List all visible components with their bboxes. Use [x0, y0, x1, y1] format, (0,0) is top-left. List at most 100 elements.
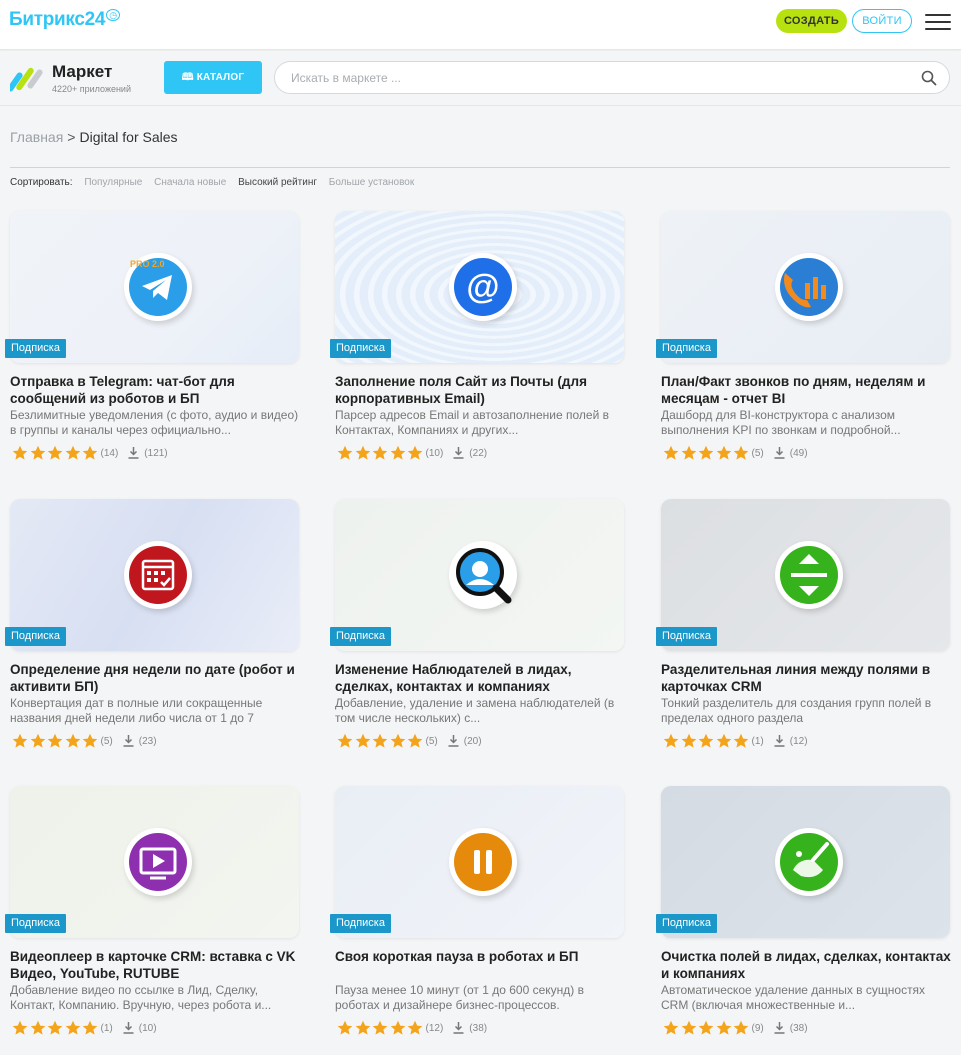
- app-card[interactable]: Подписка Разделительная линия между поля…: [656, 499, 953, 759]
- app-description: Автоматическое удаление данных в сущност…: [661, 983, 926, 1012]
- subscription-badge: Подписка: [656, 339, 717, 358]
- menu-icon[interactable]: [925, 12, 951, 30]
- reviews-count: (5): [425, 735, 438, 747]
- svg-text:PRO 2.0: PRO 2.0: [130, 259, 165, 269]
- star-icon: [47, 445, 63, 460]
- star-icon: [698, 1020, 714, 1035]
- app-icon-frame: @: [449, 253, 517, 321]
- download-icon: [774, 735, 785, 747]
- market-title[interactable]: Маркет: [52, 62, 112, 82]
- observer-search-icon: [456, 548, 512, 604]
- app-meta: (1) (10): [12, 1020, 157, 1036]
- reviews-count: (10): [425, 447, 444, 459]
- app-card[interactable]: @ Подписка Заполнение поля Сайт из Почты…: [330, 211, 627, 471]
- star-icon: [337, 1020, 353, 1035]
- phone-chart-icon: [780, 258, 838, 316]
- rating-stars: [337, 445, 425, 461]
- catalog-button[interactable]: 🕮︎ КАТАЛОГ: [164, 61, 262, 94]
- app-meta: (12) (38): [337, 1020, 487, 1036]
- search-icon[interactable]: [921, 70, 937, 86]
- broom-clean-icon: [780, 833, 838, 891]
- app-card[interactable]: Подписка Своя короткая пауза в роботах и…: [330, 786, 627, 1046]
- installs-count: (12): [789, 735, 808, 747]
- search-box: [274, 61, 950, 94]
- star-icon: [733, 445, 749, 460]
- star-icon: [716, 733, 731, 748]
- star-icon: [372, 733, 388, 748]
- app-card[interactable]: Подписка Видеоплеер в карточке CRM: вста…: [5, 786, 302, 1046]
- star-icon: [82, 445, 98, 460]
- sort-label: Сортировать:: [10, 177, 73, 188]
- sort-option-rating[interactable]: Высокий рейтинг: [238, 177, 317, 188]
- app-title[interactable]: План/Факт звонков по дням, неделям и мес…: [661, 373, 951, 407]
- book-icon: 🕮︎: [181, 72, 194, 83]
- app-title[interactable]: Очистка полей в лидах, сделках, контакта…: [661, 948, 951, 982]
- star-icon: [30, 733, 45, 748]
- star-icon: [12, 1020, 28, 1035]
- clock-icon: ◷: [106, 8, 120, 21]
- app-card[interactable]: Подписка Очистка полей в лидах, сделках,…: [656, 786, 953, 1046]
- divider-line-icon: [780, 546, 838, 604]
- sort-option-new[interactable]: Сначала новые: [154, 177, 226, 188]
- star-icon: [12, 733, 28, 748]
- download-icon: [123, 1022, 134, 1034]
- star-icon: [663, 1020, 679, 1035]
- star-icon: [47, 1020, 63, 1035]
- bitrix24-logo[interactable]: Битрикс24 ◷: [9, 8, 120, 31]
- star-icon: [681, 445, 696, 460]
- star-icon: [337, 445, 353, 460]
- svg-text:@: @: [466, 268, 499, 306]
- download-icon: [448, 735, 459, 747]
- app-title[interactable]: Видеоплеер в карточке CRM: вставка с VK …: [10, 948, 300, 982]
- star-icon: [30, 445, 45, 460]
- app-title[interactable]: Отправка в Telegram: чат-бот для сообщен…: [10, 373, 300, 407]
- app-description: Добавление, удаление и замена наблюдател…: [335, 696, 615, 725]
- login-button[interactable]: ВОЙТИ: [852, 9, 912, 33]
- star-icon: [681, 733, 696, 748]
- app-title[interactable]: Определение дня недели по дате (робот и …: [10, 661, 300, 695]
- pause-icon: [454, 833, 512, 891]
- app-icon-frame: [775, 253, 843, 321]
- app-title[interactable]: Заполнение поля Сайт из Почты (для корпо…: [335, 373, 625, 407]
- app-description: Дашборд для BI-конструктора с анализом в…: [661, 408, 901, 437]
- star-icon: [372, 445, 388, 460]
- market-logo-icon[interactable]: [10, 62, 46, 92]
- app-meta: (10) (22): [337, 445, 487, 461]
- star-icon: [12, 445, 28, 460]
- app-title[interactable]: Разделительная линия между полями в карт…: [661, 661, 951, 695]
- app-description: Конвертация дат в полные или сокращенные…: [10, 696, 263, 725]
- market-header: Маркет 4220+ приложений 🕮︎ КАТАЛОГ: [0, 51, 961, 106]
- installs-count: (38): [789, 1022, 808, 1034]
- create-button[interactable]: СОЗДАТЬ: [776, 9, 847, 33]
- app-title[interactable]: Изменение Наблюдателей в лидах, сделках,…: [335, 661, 625, 695]
- app-description: Тонкий разделитель для создания групп по…: [661, 696, 932, 725]
- search-input[interactable]: [291, 69, 891, 87]
- app-card[interactable]: Подписка Определение дня недели по дате …: [5, 499, 302, 759]
- reviews-count: (1): [751, 735, 764, 747]
- star-icon: [47, 733, 63, 748]
- app-card[interactable]: Подписка Изменение Наблюдателей в лидах,…: [330, 499, 627, 759]
- app-card[interactable]: PRO 2.0 Подписка Отправка в Telegram: ча…: [5, 211, 302, 471]
- app-title[interactable]: Своя короткая пауза в роботах и БП: [335, 948, 625, 965]
- star-icon: [355, 445, 370, 460]
- rating-stars: [12, 733, 100, 749]
- star-icon: [65, 733, 80, 748]
- breadcrumb-home[interactable]: Главная: [10, 129, 63, 145]
- star-icon: [663, 733, 679, 748]
- download-icon: [453, 1022, 464, 1034]
- installs-count: (10): [138, 1022, 157, 1034]
- subscription-badge: Подписка: [330, 339, 391, 358]
- app-card[interactable]: Подписка План/Факт звонков по дням, неде…: [656, 211, 953, 471]
- sort-option-popular[interactable]: Популярные: [84, 177, 142, 188]
- subscription-badge: Подписка: [5, 914, 66, 933]
- star-icon: [30, 1020, 45, 1035]
- star-icon: [390, 733, 405, 748]
- subscription-badge: Подписка: [5, 339, 66, 358]
- rating-stars: [663, 445, 751, 461]
- subscription-badge: Подписка: [656, 914, 717, 933]
- rating-stars: [663, 733, 751, 749]
- app-icon-frame: PRO 2.0: [124, 253, 192, 321]
- rating-stars: [12, 1020, 100, 1036]
- sort-option-installs[interactable]: Больше установок: [329, 177, 414, 188]
- download-icon: [774, 1022, 785, 1034]
